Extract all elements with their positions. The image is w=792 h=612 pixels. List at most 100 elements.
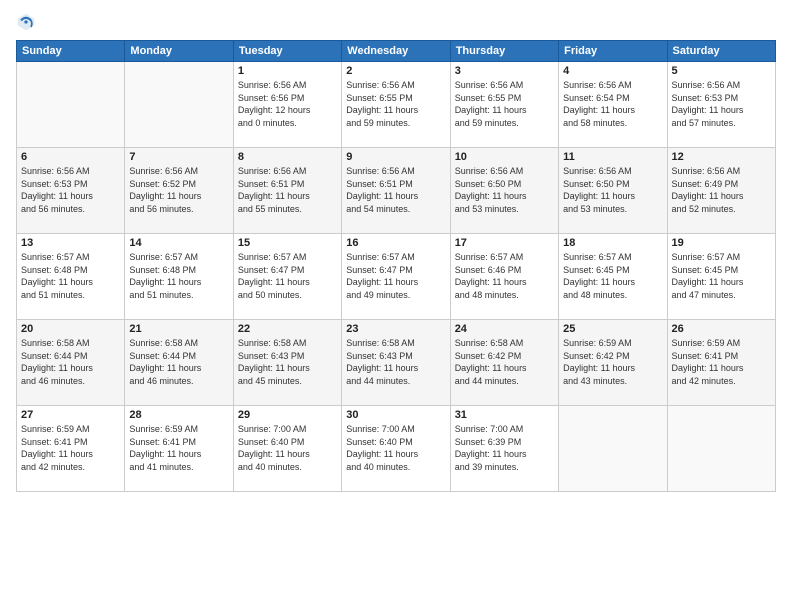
calendar-cell: 3Sunrise: 6:56 AM Sunset: 6:55 PM Daylig… bbox=[450, 62, 558, 148]
day-info: Sunrise: 6:56 AM Sunset: 6:55 PM Dayligh… bbox=[455, 79, 554, 129]
day-number: 18 bbox=[563, 237, 662, 249]
weekday-header: Friday bbox=[559, 41, 667, 62]
calendar-cell: 14Sunrise: 6:57 AM Sunset: 6:48 PM Dayli… bbox=[125, 234, 233, 320]
calendar-body: 1 Sunrise: 6:56 AM Sunset: 6:56 PM Daylig… bbox=[17, 62, 776, 492]
day-info: Sunrise: 6:56 AM Sunset: 6:49 PM Dayligh… bbox=[672, 165, 771, 215]
calendar-cell: 18 Sunrise: 6:57 AM Sunset: 6:45 PM Dayli… bbox=[559, 234, 667, 320]
day-info: Sunrise: 6:56 AM Sunset: 6:51 PM Dayligh… bbox=[346, 165, 445, 215]
weekday-header: Tuesday bbox=[233, 41, 341, 62]
day-number: 26 bbox=[672, 323, 771, 335]
day-number: 30 bbox=[346, 409, 445, 421]
calendar-cell: 15 Sunrise: 6:57 AM Sunset: 6:47 PM Dayli… bbox=[233, 234, 341, 320]
calendar-cell bbox=[125, 62, 233, 148]
calendar-cell: 31 Sunrise: 7:00 AM Sunset: 6:39 PM Dayli… bbox=[450, 406, 558, 492]
day-number: 21 bbox=[129, 323, 228, 335]
day-number: 23 bbox=[346, 323, 445, 335]
day-info: Sunrise: 6:57 AM Sunset: 6:45 PM Dayligh… bbox=[672, 251, 771, 301]
day-info: Sunrise: 6:56 AM Sunset: 6:56 PM Dayligh… bbox=[238, 79, 337, 129]
calendar-cell: 9 Sunrise: 6:56 AM Sunset: 6:51 PM Daylig… bbox=[342, 148, 450, 234]
day-info: Sunrise: 6:58 AM Sunset: 6:43 PM Dayligh… bbox=[346, 337, 445, 387]
calendar-cell bbox=[17, 62, 125, 148]
day-number: 12 bbox=[672, 151, 771, 163]
day-number: 17 bbox=[455, 237, 554, 249]
calendar-cell: 8Sunrise: 6:56 AM Sunset: 6:51 PM Daylig… bbox=[233, 148, 341, 234]
day-number: 28 bbox=[129, 409, 228, 421]
day-number: 29 bbox=[238, 409, 337, 421]
logo-icon bbox=[16, 12, 36, 32]
day-number: 25 bbox=[563, 323, 662, 335]
calendar-week-row: 1 Sunrise: 6:56 AM Sunset: 6:56 PM Daylig… bbox=[17, 62, 776, 148]
day-info: Sunrise: 6:58 AM Sunset: 6:42 PM Dayligh… bbox=[455, 337, 554, 387]
day-number: 7 bbox=[129, 151, 228, 163]
day-number: 10 bbox=[455, 151, 554, 163]
calendar-cell: 1 Sunrise: 6:56 AM Sunset: 6:56 PM Daylig… bbox=[233, 62, 341, 148]
calendar-cell: 7Sunrise: 6:56 AM Sunset: 6:52 PM Daylig… bbox=[125, 148, 233, 234]
calendar-cell: 13Sunrise: 6:57 AM Sunset: 6:48 PM Dayli… bbox=[17, 234, 125, 320]
calendar-cell: 21 Sunrise: 6:58 AM Sunset: 6:44 PM Dayli… bbox=[125, 320, 233, 406]
day-info: Sunrise: 6:57 AM Sunset: 6:46 PM Dayligh… bbox=[455, 251, 554, 301]
day-info: Sunrise: 6:56 AM Sunset: 6:54 PM Dayligh… bbox=[563, 79, 662, 129]
day-info: Sunrise: 6:57 AM Sunset: 6:48 PM Dayligh… bbox=[21, 251, 120, 301]
calendar-cell: 12 Sunrise: 6:56 AM Sunset: 6:49 PM Dayli… bbox=[667, 148, 775, 234]
day-number: 15 bbox=[238, 237, 337, 249]
calendar-cell: 29 Sunrise: 7:00 AM Sunset: 6:40 PM Dayli… bbox=[233, 406, 341, 492]
calendar-header: SundayMondayTuesdayWednesdayThursdayFrid… bbox=[17, 41, 776, 62]
calendar-cell: 17 Sunrise: 6:57 AM Sunset: 6:46 PM Dayli… bbox=[450, 234, 558, 320]
day-info: Sunrise: 7:00 AM Sunset: 6:39 PM Dayligh… bbox=[455, 423, 554, 473]
calendar-cell: 10Sunrise: 6:56 AM Sunset: 6:50 PM Dayli… bbox=[450, 148, 558, 234]
day-info: Sunrise: 6:56 AM Sunset: 6:51 PM Dayligh… bbox=[238, 165, 337, 215]
calendar-cell: 26Sunrise: 6:59 AM Sunset: 6:41 PM Dayli… bbox=[667, 320, 775, 406]
day-info: Sunrise: 6:56 AM Sunset: 6:55 PM Dayligh… bbox=[346, 79, 445, 129]
day-info: Sunrise: 6:57 AM Sunset: 6:45 PM Dayligh… bbox=[563, 251, 662, 301]
calendar-cell: 23 Sunrise: 6:58 AM Sunset: 6:43 PM Dayli… bbox=[342, 320, 450, 406]
calendar-cell: 28 Sunrise: 6:59 AM Sunset: 6:41 PM Dayli… bbox=[125, 406, 233, 492]
day-number: 24 bbox=[455, 323, 554, 335]
day-info: Sunrise: 6:58 AM Sunset: 6:44 PM Dayligh… bbox=[21, 337, 120, 387]
day-info: Sunrise: 6:57 AM Sunset: 6:47 PM Dayligh… bbox=[346, 251, 445, 301]
day-info: Sunrise: 6:59 AM Sunset: 6:41 PM Dayligh… bbox=[129, 423, 228, 473]
logo bbox=[16, 12, 40, 32]
day-info: Sunrise: 6:59 AM Sunset: 6:41 PM Dayligh… bbox=[21, 423, 120, 473]
day-info: Sunrise: 6:56 AM Sunset: 6:50 PM Dayligh… bbox=[563, 165, 662, 215]
header bbox=[16, 12, 776, 32]
day-info: Sunrise: 6:56 AM Sunset: 6:53 PM Dayligh… bbox=[21, 165, 120, 215]
day-number: 16 bbox=[346, 237, 445, 249]
day-number: 20 bbox=[21, 323, 120, 335]
calendar-cell: 25 Sunrise: 6:59 AM Sunset: 6:42 PM Dayli… bbox=[559, 320, 667, 406]
calendar-table: SundayMondayTuesdayWednesdayThursdayFrid… bbox=[16, 40, 776, 492]
calendar-cell: 20 Sunrise: 6:58 AM Sunset: 6:44 PM Dayli… bbox=[17, 320, 125, 406]
day-number: 14 bbox=[129, 237, 228, 249]
calendar-cell: 30 Sunrise: 7:00 AM Sunset: 6:40 PM Dayli… bbox=[342, 406, 450, 492]
day-number: 31 bbox=[455, 409, 554, 421]
calendar-cell: 2Sunrise: 6:56 AM Sunset: 6:55 PM Daylig… bbox=[342, 62, 450, 148]
page: SundayMondayTuesdayWednesdayThursdayFrid… bbox=[0, 0, 792, 612]
day-number: 9 bbox=[346, 151, 445, 163]
weekday-row: SundayMondayTuesdayWednesdayThursdayFrid… bbox=[17, 41, 776, 62]
weekday-header: Monday bbox=[125, 41, 233, 62]
calendar-week-row: 20 Sunrise: 6:58 AM Sunset: 6:44 PM Dayli… bbox=[17, 320, 776, 406]
calendar-cell bbox=[559, 406, 667, 492]
day-info: Sunrise: 6:58 AM Sunset: 6:44 PM Dayligh… bbox=[129, 337, 228, 387]
day-info: Sunrise: 7:00 AM Sunset: 6:40 PM Dayligh… bbox=[238, 423, 337, 473]
calendar-week-row: 13Sunrise: 6:57 AM Sunset: 6:48 PM Dayli… bbox=[17, 234, 776, 320]
weekday-header: Sunday bbox=[17, 41, 125, 62]
calendar-week-row: 6 Sunrise: 6:56 AM Sunset: 6:53 PM Daylig… bbox=[17, 148, 776, 234]
day-number: 5 bbox=[672, 65, 771, 77]
day-number: 11 bbox=[563, 151, 662, 163]
weekday-header: Thursday bbox=[450, 41, 558, 62]
calendar-cell: 22Sunrise: 6:58 AM Sunset: 6:43 PM Dayli… bbox=[233, 320, 341, 406]
calendar-cell bbox=[667, 406, 775, 492]
calendar-cell: 6 Sunrise: 6:56 AM Sunset: 6:53 PM Daylig… bbox=[17, 148, 125, 234]
day-number: 19 bbox=[672, 237, 771, 249]
day-info: Sunrise: 7:00 AM Sunset: 6:40 PM Dayligh… bbox=[346, 423, 445, 473]
day-info: Sunrise: 6:57 AM Sunset: 6:47 PM Dayligh… bbox=[238, 251, 337, 301]
calendar-cell: 19 Sunrise: 6:57 AM Sunset: 6:45 PM Dayli… bbox=[667, 234, 775, 320]
day-info: Sunrise: 6:59 AM Sunset: 6:42 PM Dayligh… bbox=[563, 337, 662, 387]
calendar-cell: 16 Sunrise: 6:57 AM Sunset: 6:47 PM Dayli… bbox=[342, 234, 450, 320]
weekday-header: Wednesday bbox=[342, 41, 450, 62]
day-number: 4 bbox=[563, 65, 662, 77]
calendar-week-row: 27Sunrise: 6:59 AM Sunset: 6:41 PM Dayli… bbox=[17, 406, 776, 492]
day-info: Sunrise: 6:56 AM Sunset: 6:53 PM Dayligh… bbox=[672, 79, 771, 129]
day-number: 6 bbox=[21, 151, 120, 163]
day-number: 1 bbox=[238, 65, 337, 77]
